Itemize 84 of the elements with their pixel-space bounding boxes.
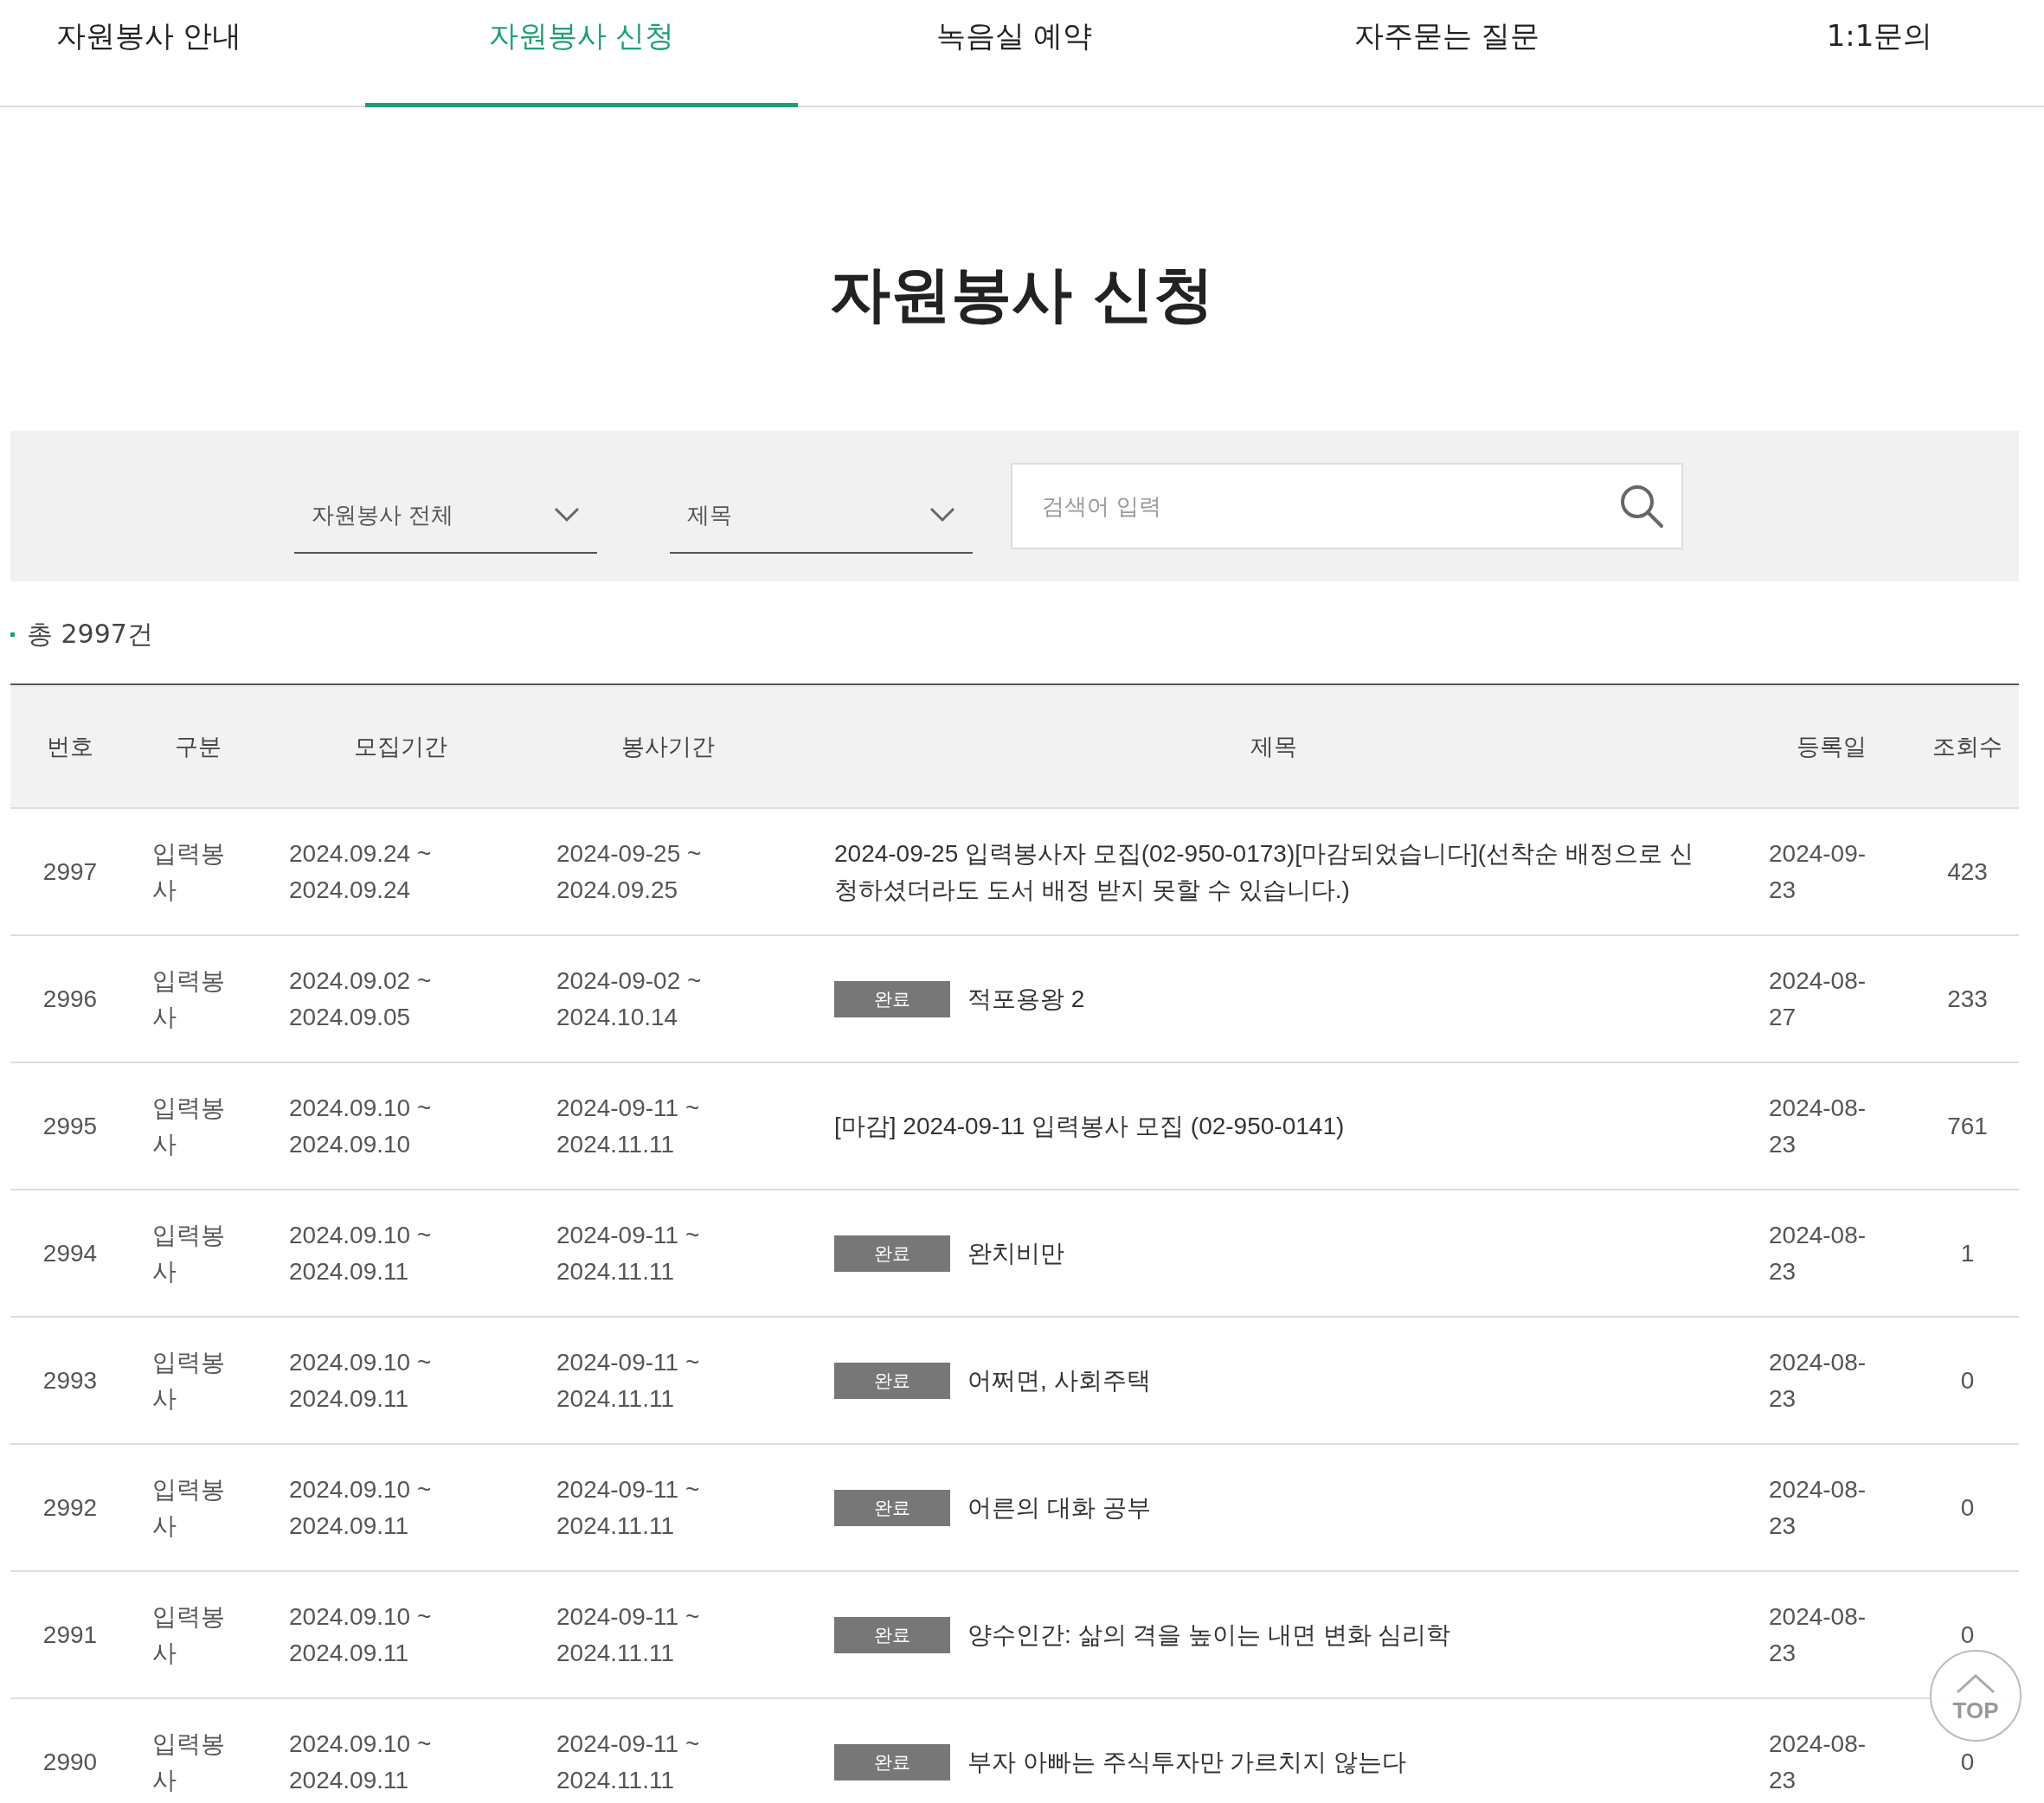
search-input[interactable]: 검색어 입력 <box>1040 492 1619 520</box>
service-period-cell-text: 2024-09-11 ~ 2024.11.11 <box>556 1093 701 1159</box>
recruit-period-cell-text: 2024.09.10 ~ 2024.09.11 <box>289 1220 433 1286</box>
category-cell-text: 입력봉사 <box>152 1601 226 1668</box>
chevron-down-icon <box>554 507 580 523</box>
views-cell: 761 <box>1947 1112 1988 1139</box>
category-cell-text: 입력봉사 <box>152 966 226 1032</box>
post-title-link[interactable]: 2024-09-25 입력봉사자 모집(02-950-0173)[마감되었습니다](선착순 배정으로 신청하셨더라도 도서 배정 받지 못할 수 있습니다.) <box>834 835 1712 908</box>
date-cell-text: 2024-09-23 <box>1769 838 1867 905</box>
recruit-period-cell-text: 2024.09.10 ~ 2024.09.11 <box>289 1347 433 1414</box>
column-header: 모집기간 <box>267 684 534 808</box>
category-cell-text: 입력봉사 <box>152 1474 226 1541</box>
views-cell: 0 <box>1960 1620 1975 1648</box>
service-period-cell-text: 2024-09-11 ~ 2024.11.11 <box>556 1347 701 1414</box>
recruit-period-cell-text: 2024.09.10 ~ 2024.09.11 <box>289 1729 433 1795</box>
recruit-period-cell-text: 2024.09.10 ~ 2024.09.11 <box>289 1601 433 1668</box>
number-cell: 2992 <box>42 1493 98 1521</box>
date-cell-text: 2024-08-23 <box>1769 1093 1867 1159</box>
views-cell: 0 <box>1960 1748 1975 1775</box>
number-cell: 2996 <box>42 985 98 1012</box>
service-period-cell-text: 2024-09-11 ~ 2024.11.11 <box>556 1220 701 1286</box>
views-cell: 0 <box>1960 1366 1975 1394</box>
number-cell: 2995 <box>42 1112 98 1139</box>
date-cell-text: 2024-08-23 <box>1769 1474 1867 1541</box>
status-badge: 완료 <box>834 1743 950 1781</box>
date-cell-text: 2024-08-23 <box>1769 1729 1867 1795</box>
nav-tab[interactable]: 자원봉사 안내 <box>0 0 365 107</box>
status-badge: 완료 <box>834 1362 950 1399</box>
nav-tab[interactable]: 1:1문의 <box>1663 0 2044 107</box>
chevron-up-icon <box>1956 1673 1996 1694</box>
column-header: 구분 <box>130 684 267 808</box>
category-cell-text: 입력봉사 <box>152 1729 226 1795</box>
number-cell: 2990 <box>42 1748 98 1775</box>
service-period-cell-text: 2024-09-02 ~ 2024.10.14 <box>556 966 703 1032</box>
number-cell: 2997 <box>42 857 98 885</box>
post-title-link[interactable]: [마감] 2024-09-11 입력봉사 모집 (02-950-0141) <box>834 1107 1345 1145</box>
search-icon[interactable] <box>1619 484 1664 529</box>
service-period-cell-text: 2024-09-11 ~ 2024.11.11 <box>556 1601 701 1668</box>
date-cell-text: 2024-08-23 <box>1769 1347 1867 1414</box>
status-badge: 완료 <box>834 980 950 1017</box>
post-title-link[interactable]: 양수인간: 삶의 격을 높이는 내면 변화 심리학 <box>967 1616 1451 1653</box>
views-cell: 233 <box>1947 985 1988 1012</box>
views-cell: 0 <box>1960 1493 1975 1521</box>
column-header: 번호 <box>10 684 130 808</box>
column-header: 제목 <box>801 684 1746 808</box>
category-dropdown[interactable]: 자원봉사 전체 <box>294 478 597 554</box>
service-period-cell-text: 2024-09-11 ~ 2024.11.11 <box>556 1474 701 1541</box>
date-cell-text: 2024-08-23 <box>1769 1220 1867 1286</box>
recruit-period-cell-text: 2024.09.02 ~ 2024.09.05 <box>289 966 433 1032</box>
number-cell: 2993 <box>42 1366 98 1394</box>
column-header: 봉사기간 <box>534 684 801 808</box>
nav-tab[interactable]: 자주묻는 질문 <box>1231 0 1663 107</box>
search-field[interactable]: 검색어 입력 <box>1011 463 1683 549</box>
post-title-link[interactable]: 어른의 대화 공부 <box>967 1489 1151 1526</box>
date-cell-text: 2024-08-27 <box>1769 966 1867 1032</box>
bullet-icon <box>10 632 15 637</box>
status-badge: 완료 <box>834 1235 950 1272</box>
service-period-cell-text: 2024-09-25 ~ 2024.09.25 <box>556 838 703 905</box>
service-period-cell-text: 2024-09-11 ~ 2024.11.11 <box>556 1729 701 1795</box>
recruit-period-cell-text: 2024.09.24 ~ 2024.09.24 <box>289 838 433 905</box>
date-cell-text: 2024-08-23 <box>1769 1601 1867 1668</box>
category-cell-text: 입력봉사 <box>152 1347 226 1414</box>
page-title: 자원봉사 신청 <box>829 258 1215 331</box>
column-header: 등록일 <box>1746 684 1916 808</box>
chevron-down-icon <box>929 507 955 523</box>
post-title-link[interactable]: 완치비만 <box>967 1235 1064 1272</box>
post-title-link[interactable]: 부자 아빠는 주식투자만 가르치지 않는다 <box>967 1743 1407 1781</box>
status-badge: 완료 <box>834 1489 950 1526</box>
field-dropdown[interactable]: 제목 <box>670 478 973 554</box>
nav-tab[interactable]: 녹음실 예약 <box>798 0 1231 107</box>
recruit-period-cell-text: 2024.09.10 ~ 2024.09.11 <box>289 1474 433 1541</box>
views-cell: 423 <box>1947 857 1988 885</box>
category-cell-text: 입력봉사 <box>152 838 226 905</box>
column-header: 조회수 <box>1916 684 2019 808</box>
post-title-link[interactable]: 적포용왕 2 <box>967 980 1085 1017</box>
category-cell-text: 입력봉사 <box>152 1093 226 1159</box>
views-cell: 1 <box>1960 1239 1975 1267</box>
status-badge: 완료 <box>834 1616 950 1653</box>
number-cell: 2991 <box>42 1620 98 1648</box>
recruit-period-cell-text: 2024.09.10 ~ 2024.09.10 <box>289 1093 433 1159</box>
post-title-link[interactable]: 어쩌면, 사회주택 <box>967 1362 1151 1399</box>
category-cell-text: 입력봉사 <box>152 1220 226 1286</box>
number-cell: 2994 <box>42 1239 98 1267</box>
total-count: 총 2997건 <box>27 617 153 651</box>
